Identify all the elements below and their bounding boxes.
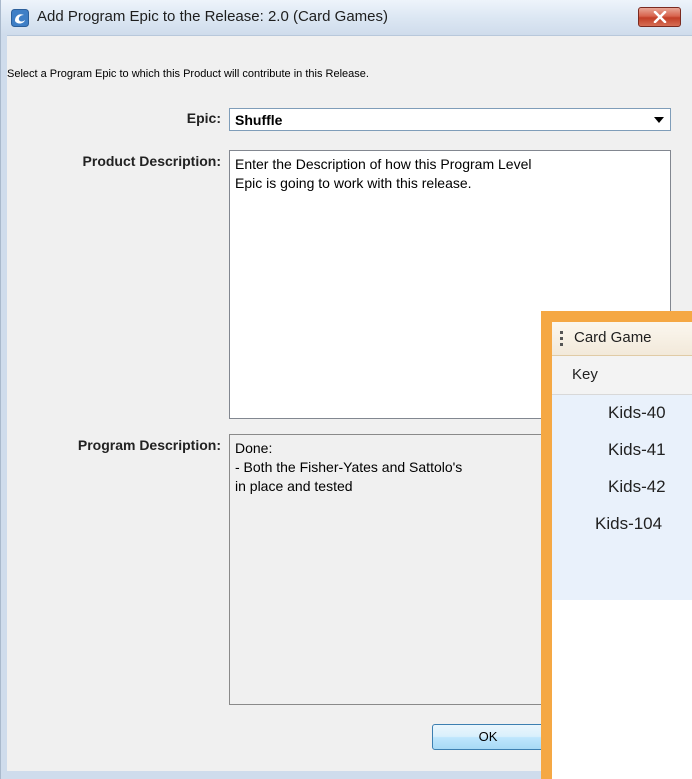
list-item[interactable]: Kids-41 [608, 440, 666, 460]
ok-button[interactable]: OK [432, 724, 544, 750]
close-icon [653, 11, 667, 23]
window-title: Add Program Epic to the Release: 2.0 (Ca… [37, 8, 388, 25]
column-header-key[interactable]: Key [552, 356, 692, 395]
instruction-text: Select a Program Epic to which this Prod… [7, 68, 369, 80]
epic-select[interactable]: Shuffle [229, 108, 671, 131]
chevron-down-icon[interactable] [654, 117, 664, 123]
list-item[interactable]: Kids-42 [608, 477, 666, 497]
app-logo-icon [11, 9, 29, 27]
list-item[interactable]: Kids-40 [608, 403, 666, 423]
epic-label: Epic: [186, 110, 221, 126]
panel-body: Card Game Key Kids-40 Kids-41 Kids-42 Ki… [552, 322, 692, 779]
key-list: Kids-40 Kids-41 Kids-42 Kids-104 [552, 395, 692, 600]
program-description-label: Program Description: [77, 437, 221, 453]
panel-title: Card Game [574, 329, 652, 346]
epic-select-value: Shuffle [235, 112, 283, 128]
card-games-panel[interactable]: Card Game Key Kids-40 Kids-41 Kids-42 Ki… [541, 311, 692, 779]
title-bar[interactable]: Add Program Epic to the Release: 2.0 (Ca… [1, 0, 692, 36]
list-item[interactable]: Kids-104 [595, 514, 662, 534]
panel-header[interactable]: Card Game [552, 322, 692, 356]
product-description-label: Product Description: [82, 153, 221, 169]
column-header-label: Key [572, 366, 598, 383]
close-button[interactable] [638, 7, 681, 27]
drag-grip-icon[interactable] [560, 331, 563, 349]
